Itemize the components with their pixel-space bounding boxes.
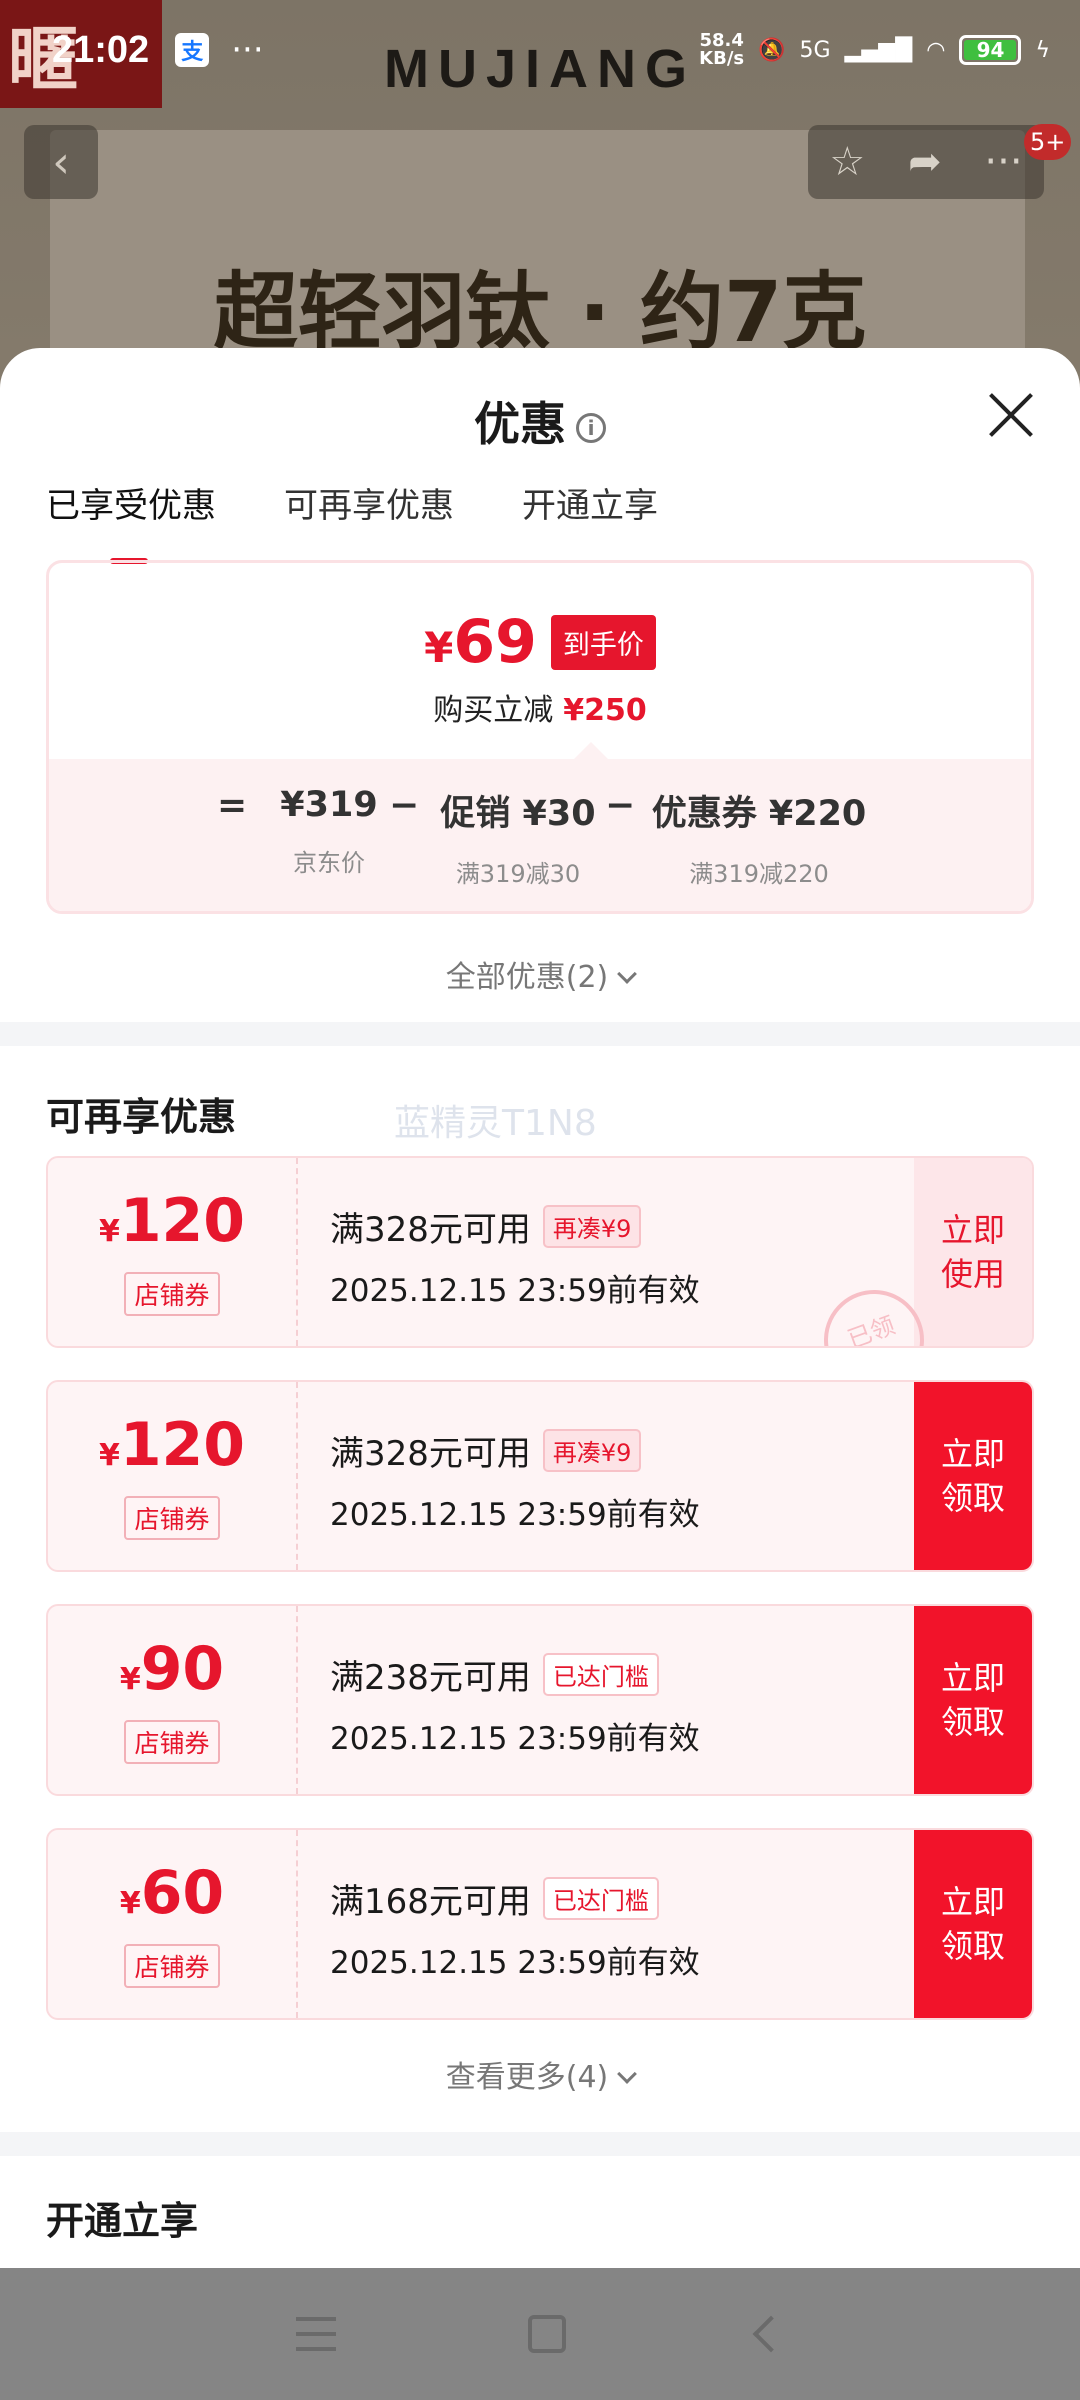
- save-amount: ¥250: [563, 693, 647, 728]
- promo-discount: 促销 ¥30 满319减30: [440, 794, 596, 888]
- coupon-type: 店铺券: [124, 1943, 220, 1988]
- back-icon[interactable]: [752, 2315, 790, 2353]
- discount-sheet: 优惠 i 已享受优惠 可再享优惠 开通立享 ¥69 到手价 购买立减 ¥250 = …: [0, 348, 1080, 2268]
- coupon-card: ¥120 店铺券 满328元可用 再凑¥9 2025.12.15 23:59前有效…: [46, 1380, 1034, 1572]
- share-icon[interactable]: ➦: [908, 139, 942, 185]
- network-label: 5G: [799, 37, 831, 63]
- use-coupon-button[interactable]: 立即 使用: [914, 1158, 1032, 1346]
- system-nav-bar: [0, 2268, 1080, 2400]
- sheet-header: 优惠 i: [0, 348, 1080, 478]
- coupon-expiry: 2025.12.15 23:59前有效: [330, 1721, 700, 1757]
- claim-coupon-button[interactable]: 立即 领取: [914, 1606, 1032, 1794]
- coupon-amount: ¥90: [119, 1633, 225, 1704]
- signal-icon: ▂▄▆█: [844, 37, 913, 63]
- menu-icon[interactable]: [296, 2317, 336, 2351]
- section-divider: [0, 2132, 1080, 2156]
- mute-icon: 🔕: [758, 37, 786, 63]
- star-icon[interactable]: ☆: [829, 139, 865, 185]
- status-time: 21:02: [52, 28, 150, 71]
- coupon-condition: 满168元可用 已达门槛: [330, 1874, 914, 1923]
- coupon-amount: ¥60: [119, 1857, 225, 1928]
- coupon-tag: 再凑¥9: [542, 1205, 642, 1248]
- coupon-expiry: 2025.12.15 23:59前有效: [330, 1273, 700, 1309]
- claim-coupon-button[interactable]: 立即 领取: [914, 1830, 1032, 2018]
- more-icon[interactable]: ···: [984, 139, 1022, 185]
- minus-sign: −: [389, 785, 420, 826]
- sheet-title: 优惠 i: [0, 388, 1080, 454]
- coupon-expiry: 2025.12.15 23:59前有效: [330, 1497, 700, 1533]
- coupon-condition: 满238元可用 已达门槛: [330, 1650, 914, 1699]
- all-offers-toggle[interactable]: 全部优惠(2): [0, 952, 1080, 1014]
- coupon-tag: 已达门槛: [542, 1877, 659, 1920]
- chevron-down-icon: [617, 964, 638, 984]
- message-badge: 5+: [1024, 124, 1072, 160]
- coupon-card: ¥120 店铺券 满328元可用 再凑¥9 2025.12.15 23:59前有效…: [46, 1156, 1034, 1348]
- coupon-tag: 再凑¥9: [542, 1429, 642, 1472]
- see-more-toggle[interactable]: 查看更多(4): [0, 2052, 1080, 2122]
- home-icon[interactable]: [528, 2315, 566, 2353]
- more-notifications-icon: ···: [231, 30, 264, 70]
- back-icon[interactable]: ‹: [24, 125, 98, 199]
- info-icon[interactable]: i: [576, 412, 606, 443]
- coupon-amount: ¥120: [98, 1185, 246, 1256]
- coupon-card: ¥60 店铺券 满168元可用 已达门槛 2025.12.15 23:59前有效 …: [46, 1828, 1034, 2020]
- coupon-type: 店铺券: [124, 1495, 220, 1540]
- final-price-tag: 到手价: [550, 614, 656, 670]
- tab-enjoyed[interactable]: 已享受优惠: [46, 478, 216, 564]
- price-summary: ¥69 到手价 购买立减 ¥250 = ¥319 京东价 − 促销 ¥30 满31…: [46, 560, 1034, 914]
- battery-icon: 94: [959, 35, 1022, 65]
- tab-open-enjoy[interactable]: 开通立享: [522, 478, 658, 548]
- charging-icon: ϟ: [1035, 37, 1050, 63]
- section-title: 开通立享: [46, 2199, 199, 2243]
- close-icon[interactable]: [986, 390, 1036, 440]
- watermark: 蓝精灵T1N8: [394, 1103, 597, 1144]
- coupon-tag: 已达门槛: [542, 1653, 659, 1696]
- tab-bar: 已享受优惠 可再享优惠 开通立享: [0, 478, 1080, 564]
- final-price: ¥69: [424, 607, 537, 677]
- chevron-down-icon: [617, 2064, 638, 2084]
- minus-sign: −: [605, 785, 636, 826]
- tab-more-offers[interactable]: 可再享优惠: [284, 478, 454, 548]
- coupon-amount: ¥120: [98, 1409, 246, 1480]
- claim-coupon-button[interactable]: 立即 领取: [914, 1382, 1032, 1570]
- coupon-expiry: 2025.12.15 23:59前有效: [330, 1945, 700, 1981]
- net-speed: 58.4 KB/s: [699, 30, 745, 69]
- equals-sign: =: [217, 785, 248, 826]
- coupon-discount: 优惠券 ¥220 满319减220: [651, 794, 867, 888]
- wifi-icon: ◠: [926, 37, 946, 63]
- alipay-notification-icon: 支: [175, 33, 210, 67]
- product-actions: ☆ ➦ ···: [808, 125, 1044, 199]
- section-title: 可再享优惠 蓝精灵T1N8: [46, 1095, 597, 1144]
- coupon-condition: 满328元可用 再凑¥9: [330, 1426, 914, 1475]
- save-row: 购买立减 ¥250: [433, 693, 647, 728]
- section-divider: [0, 1022, 1080, 1046]
- base-price: ¥319 京东价: [280, 785, 378, 877]
- coupon-type: 店铺券: [124, 1719, 220, 1764]
- status-bar: 21:02 支 ··· 58.4 KB/s 🔕 5G ▂▄▆█ ◠ 94 ϟ: [0, 0, 1080, 100]
- coupon-type: 店铺券: [124, 1271, 220, 1316]
- coupon-condition: 满328元可用 再凑¥9: [330, 1202, 914, 1251]
- coupon-card: ¥90 店铺券 满238元可用 已达门槛 2025.12.15 23:59前有效 …: [46, 1604, 1034, 1796]
